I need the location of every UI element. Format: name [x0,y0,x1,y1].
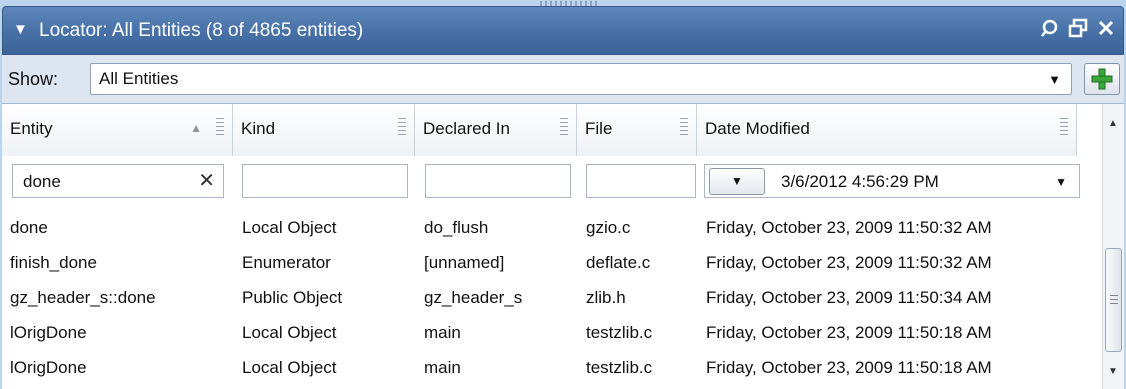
column-header-label: Entity [10,119,53,138]
cell-kind: Public Object [242,288,343,307]
cell-entity: lOrigDone [10,358,87,377]
column-menu-grip-icon[interactable] [398,118,406,136]
cell-entity: lOrigDone [10,323,87,342]
cell-entity: finish_done [10,253,97,272]
show-label: Show: [8,69,59,89]
scrollbar-thumb[interactable] [1105,248,1122,352]
pin-icon[interactable] [1039,18,1061,44]
cell-date: Friday, October 23, 2009 11:50:34 AM [706,288,992,307]
date-filter-value: 3/6/2012 4:56:29 PM [781,172,939,191]
show-dropdown[interactable]: All Entities ▼ [90,63,1072,95]
cell-file: zlib.h [586,288,626,307]
cell-date: Friday, October 23, 2009 11:50:18 AM [706,358,992,377]
cell-date: Friday, October 23, 2009 11:50:32 AM [706,218,992,237]
column-menu-grip-icon[interactable] [1060,118,1068,136]
cell-declared-in: main [424,358,461,377]
panel-title-bar: ▼ Locator: All Entities (8 of 4865 entit… [2,6,1124,55]
declared-in-filter-input[interactable] [425,164,571,198]
cell-file: gzio.c [586,218,631,237]
table-row[interactable]: gz_header_s::done Public Object gz_heade… [2,281,1102,315]
plus-icon [1091,68,1113,90]
cell-kind: Enumerator [242,253,331,272]
column-header-label: File [585,119,613,138]
cell-kind: Local Object [242,323,337,342]
column-menu-grip-icon[interactable] [680,118,688,136]
column-header-file[interactable]: File [577,104,697,156]
sort-ascending-icon: ▲ [190,121,202,135]
cell-entity: gz_header_s::done [10,288,156,307]
filter-row: done ✕ ▼ 3/6/2012 4:56:29 PM ▼ [2,156,1102,208]
cell-date: Friday, October 23, 2009 11:50:18 AM [706,323,992,342]
entity-filter-input[interactable]: done ✕ [12,164,224,198]
table-row[interactable]: finish_done Enumerator [unnamed] deflate… [2,246,1102,280]
table-row[interactable]: lOrigDone Local Object main testzlib.c F… [2,351,1102,385]
cell-declared-in: do_flush [424,218,489,237]
triangle-down-icon[interactable]: ▼ [13,21,28,38]
cell-kind: Local Object [242,358,337,377]
scroll-up-icon[interactable]: ▲ [1108,118,1118,129]
clear-filter-icon[interactable]: ✕ [198,168,215,193]
kind-filter-input[interactable] [242,164,408,198]
column-header-declared-in[interactable]: Declared In [415,104,577,156]
column-menu-grip-icon[interactable] [216,118,224,136]
chevron-down-icon: ▼ [1048,72,1061,87]
date-filter-input[interactable]: ▼ 3/6/2012 4:56:29 PM ▼ [704,164,1080,198]
column-header-label: Declared In [423,119,510,138]
cell-declared-in: [unnamed] [424,253,505,272]
cell-file: testzlib.c [586,358,653,377]
cell-kind: Local Object [242,218,337,237]
cell-declared-in: gz_header_s [424,288,523,307]
cell-file: testzlib.c [586,323,653,342]
entity-table: Entity ▲ Kind Declared In File Date Modi… [2,104,1124,389]
cell-entity: done [10,218,48,237]
cell-declared-in: main [424,323,461,342]
close-icon[interactable] [1095,18,1117,44]
column-header-label: Kind [241,119,276,138]
column-header-entity[interactable]: Entity ▲ [2,104,233,156]
panel-title: Locator: All Entities (8 of 4865 entitie… [39,20,364,41]
chevron-down-icon[interactable]: ▼ [1055,175,1067,189]
table-row[interactable]: lOrigDone Local Object main testzlib.c F… [2,316,1102,350]
column-menu-grip-icon[interactable] [560,118,568,136]
show-filter-bar: Show: All Entities ▼ [2,55,1124,104]
date-operator-dropdown[interactable]: ▼ [709,168,765,195]
cell-date: Friday, October 23, 2009 11:50:32 AM [706,253,992,272]
cell-file: deflate.c [586,253,651,272]
column-header-label: Date Modified [705,119,810,138]
column-header-date-modified[interactable]: Date Modified [697,104,1077,156]
vertical-scrollbar[interactable]: ▲ ▼ [1102,104,1124,389]
entity-filter-value: done [23,172,61,191]
add-filter-button[interactable] [1084,63,1120,95]
scroll-down-icon[interactable]: ▼ [1108,366,1118,377]
show-dropdown-value: All Entities [99,69,179,88]
column-header-kind[interactable]: Kind [233,104,415,156]
float-window-icon[interactable] [1067,18,1089,44]
table-row[interactable]: done Local Object do_flush gzio.c Friday… [2,211,1102,245]
file-filter-input[interactable] [586,164,696,198]
